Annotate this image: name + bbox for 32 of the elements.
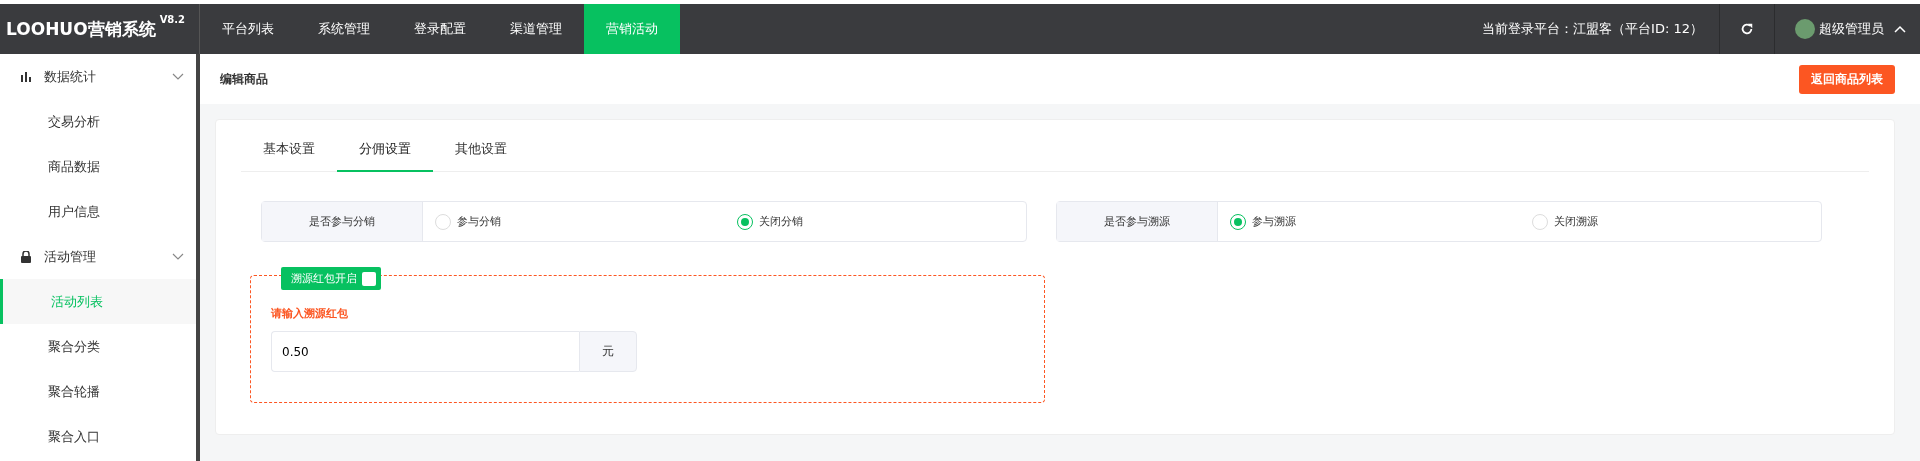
sidebar-item[interactable]: 用户信息 bbox=[0, 189, 196, 234]
avatar[interactable] bbox=[1795, 19, 1815, 39]
sidebar-item[interactable]: 聚合入口 bbox=[0, 414, 196, 459]
sidebar-item[interactable]: 聚合分类 bbox=[0, 324, 196, 369]
radio-option[interactable]: 参与分销 bbox=[423, 213, 725, 230]
radio-option[interactable]: 参与溯源 bbox=[1218, 213, 1520, 230]
nav-tab[interactable]: 渠道管理 bbox=[488, 4, 584, 54]
field-label: 请输入溯源红包 bbox=[271, 306, 349, 321]
tab[interactable]: 其他设置 bbox=[433, 130, 529, 172]
radio-option[interactable]: 关闭分销 bbox=[724, 213, 1026, 230]
tab[interactable]: 分佣设置 bbox=[337, 130, 433, 172]
nav-tab[interactable]: 系统管理 bbox=[296, 4, 392, 54]
nav-tab[interactable]: 平台列表 bbox=[200, 4, 296, 54]
refresh-icon[interactable] bbox=[1740, 22, 1754, 36]
nav-tab[interactable]: 登录配置 bbox=[392, 4, 488, 54]
radio-group-label: 是否参与分销 bbox=[262, 202, 423, 241]
sidebar-item[interactable]: 交易分析 bbox=[0, 99, 196, 144]
platform-info: 当前登录平台：江盟客（平台ID: 12） bbox=[1482, 20, 1704, 38]
tab[interactable]: 基本设置 bbox=[241, 130, 337, 172]
radio-group-label: 是否参与溯源 bbox=[1057, 202, 1218, 241]
sidebar-group[interactable]: 活动管理 bbox=[0, 234, 196, 279]
sidebar-group[interactable]: 数据统计 bbox=[0, 54, 196, 99]
sidebar-item[interactable]: 商品数据 bbox=[0, 144, 196, 189]
caret-icon[interactable] bbox=[1894, 25, 1906, 33]
radio-option[interactable]: 关闭溯源 bbox=[1519, 213, 1821, 230]
user-name[interactable]: 超级管理员 bbox=[1819, 20, 1884, 38]
amount-field[interactable]: 0.50 bbox=[271, 331, 579, 372]
bar-chart-icon bbox=[20, 70, 32, 83]
unit-label: 元 bbox=[579, 331, 637, 372]
page-title: 编辑商品 bbox=[220, 70, 268, 88]
sidebar-item[interactable]: 聚合轮播 bbox=[0, 369, 196, 414]
checkbox[interactable] bbox=[362, 271, 376, 286]
